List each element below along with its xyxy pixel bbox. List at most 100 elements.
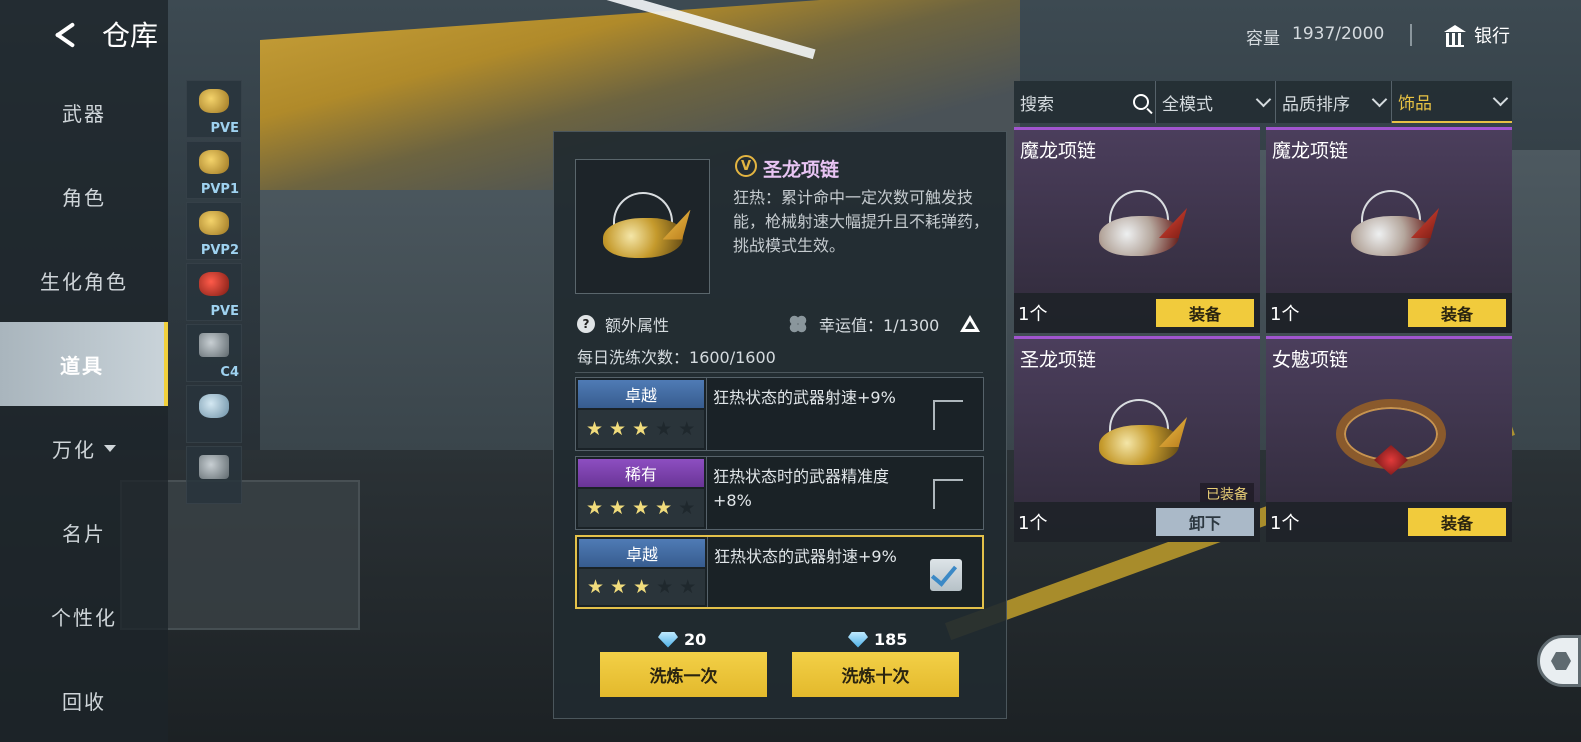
thumb-item[interactable]: PVE: [186, 263, 242, 321]
attribute-checkbox[interactable]: [933, 479, 963, 509]
unequip-button[interactable]: 卸下: [1156, 508, 1254, 536]
cost-value: 185: [874, 630, 908, 649]
star-icon: ★: [586, 496, 604, 519]
help-icon[interactable]: ?: [577, 315, 595, 333]
sidebar-nav: 武器 角色 生化角色 道具 万化 名片 个性化 回收: [0, 70, 168, 742]
gun-icon: [199, 89, 229, 113]
back-arrow-icon[interactable]: [48, 18, 80, 50]
rarity-label: 卓越: [578, 380, 704, 408]
nav-label: 道具: [60, 353, 104, 378]
extra-attribute-row: ? 额外属性 幸运值：1/1300: [577, 312, 982, 336]
bank-label: 银行: [1474, 26, 1510, 47]
dragon-necklace-icon: [1091, 399, 1187, 469]
daily-refine-count: 每日洗练次数：1600/1600: [577, 344, 776, 368]
attribute-checkbox-checked[interactable]: [930, 559, 962, 591]
category-dropdown[interactable]: 饰品: [1392, 81, 1512, 123]
mode-tag: PVP2: [200, 243, 239, 258]
star-icon: ★: [632, 417, 650, 440]
card-title: 魔龙项链: [1272, 140, 1349, 162]
card-title: 魔龙项链: [1020, 140, 1097, 162]
card-art: [1316, 170, 1466, 280]
card-footer: 1个 装备: [1014, 293, 1260, 333]
nav-item-cards[interactable]: 名片: [0, 490, 168, 574]
ring-necklace-icon: [1336, 399, 1446, 475]
nav-item-props[interactable]: 道具: [0, 322, 168, 406]
attribute-checkbox[interactable]: [933, 400, 963, 430]
star-icon: ★: [609, 496, 627, 519]
rarity-label: 卓越: [579, 539, 705, 567]
dragon-necklace-icon: [199, 150, 229, 174]
red-item-icon: [199, 272, 229, 296]
thumb-item[interactable]: PVP2: [186, 202, 242, 260]
sort-dropdown[interactable]: 品质排序: [1276, 81, 1392, 123]
thumb-item[interactable]: [186, 385, 242, 443]
nav-item-personalize[interactable]: 个性化: [0, 574, 168, 658]
robot-icon: [199, 455, 229, 479]
refine-ten-button[interactable]: 洗炼十次: [792, 652, 959, 697]
star-rating: ★ ★ ★ ★ ★: [578, 489, 704, 527]
star-icon: ★: [679, 575, 697, 598]
bank-button[interactable]: 银行: [1444, 22, 1510, 48]
mode-tag: C4: [220, 365, 239, 380]
search-icon[interactable]: [1133, 94, 1149, 110]
chevron-down-icon: [1371, 91, 1388, 107]
star-icon: ★: [656, 575, 674, 598]
daily-label: 每日洗练次数：: [577, 348, 690, 367]
star-icon: ★: [632, 496, 650, 519]
demon-dragon-necklace-icon: [1091, 190, 1187, 260]
luck-value: 幸运值：1/1300: [819, 316, 940, 335]
attribute-row[interactable]: 卓越 ★ ★ ★ ★ ★ 狂热状态的武器射速+9%: [575, 535, 984, 609]
nav-label: 武器: [62, 101, 106, 126]
equip-button[interactable]: 装备: [1156, 299, 1254, 327]
nav-item-zombie-characters[interactable]: 生化角色: [0, 238, 168, 322]
nav-item-characters[interactable]: 角色: [0, 154, 168, 238]
equip-button[interactable]: 装备: [1408, 299, 1506, 327]
refine-once-button[interactable]: 洗炼一次: [600, 652, 767, 697]
star-icon: ★: [678, 417, 696, 440]
star-icon: ★: [609, 417, 627, 440]
nav-item-weapons[interactable]: 武器: [0, 70, 168, 154]
item-count: 1个: [1270, 513, 1300, 534]
equip-button[interactable]: 装备: [1408, 508, 1506, 536]
nav-item-recycle[interactable]: 回收: [0, 658, 168, 742]
cost-ten: 185: [848, 630, 907, 649]
thumb-item[interactable]: PVP1: [186, 141, 242, 199]
thumb-item[interactable]: C4: [186, 324, 242, 382]
attribute-row[interactable]: 卓越 ★ ★ ★ ★ ★ 狂热状态的武器射速+9%: [575, 377, 984, 451]
search-input[interactable]: 搜索: [1014, 81, 1156, 123]
page-title: 仓库: [102, 19, 159, 52]
bank-icon: [1444, 25, 1466, 47]
mode-tag: PVP1: [200, 182, 239, 197]
demon-dragon-necklace-icon: [1343, 190, 1439, 260]
star-rating: ★ ★ ★ ★ ★: [579, 569, 705, 605]
star-icon: ★: [587, 575, 605, 598]
item-count: 1个: [1018, 513, 1048, 534]
thumb-item[interactable]: [186, 446, 242, 504]
rarity-label: 稀有: [578, 459, 704, 487]
card-footer: 1个 装备: [1266, 293, 1512, 333]
item-count: 1个: [1270, 304, 1300, 325]
item-count: 1个: [1018, 304, 1048, 325]
divider: [575, 372, 983, 373]
nav-label: 回收: [62, 689, 106, 714]
star-icon: ★: [633, 575, 651, 598]
nav-item-wanhua[interactable]: 万化: [0, 406, 168, 490]
card-art: [1316, 379, 1466, 489]
capacity-label: 容量: [1246, 29, 1280, 49]
mode-dropdown[interactable]: 全模式: [1156, 81, 1276, 123]
recycle-icon[interactable]: [958, 313, 982, 335]
card-title: 女魃项链: [1272, 349, 1349, 371]
mode-tag: PVE: [210, 121, 239, 136]
item-thumbnail-strip: PVE PVP1 PVP2 PVE C4: [186, 80, 242, 507]
inventory-card[interactable]: 女魃项链 1个 装备: [1266, 336, 1512, 542]
diamond-icon: [658, 631, 678, 648]
thumb-item[interactable]: PVE: [186, 80, 242, 138]
inventory-card[interactable]: 魔龙项链 1个 装备: [1266, 127, 1512, 333]
inventory-card[interactable]: 魔龙项链 1个 装备: [1014, 127, 1260, 333]
diamond-icon: [848, 631, 868, 648]
item-preview: [575, 159, 710, 294]
inventory-card[interactable]: 圣龙项链 已装备 1个 卸下: [1014, 336, 1260, 542]
attribute-row[interactable]: 稀有 ★ ★ ★ ★ ★ 狂热状态时的武器精准度+8%: [575, 456, 984, 530]
attribute-text: 狂热状态的武器射速+9%: [713, 388, 896, 407]
helmet-icon: [199, 394, 229, 418]
